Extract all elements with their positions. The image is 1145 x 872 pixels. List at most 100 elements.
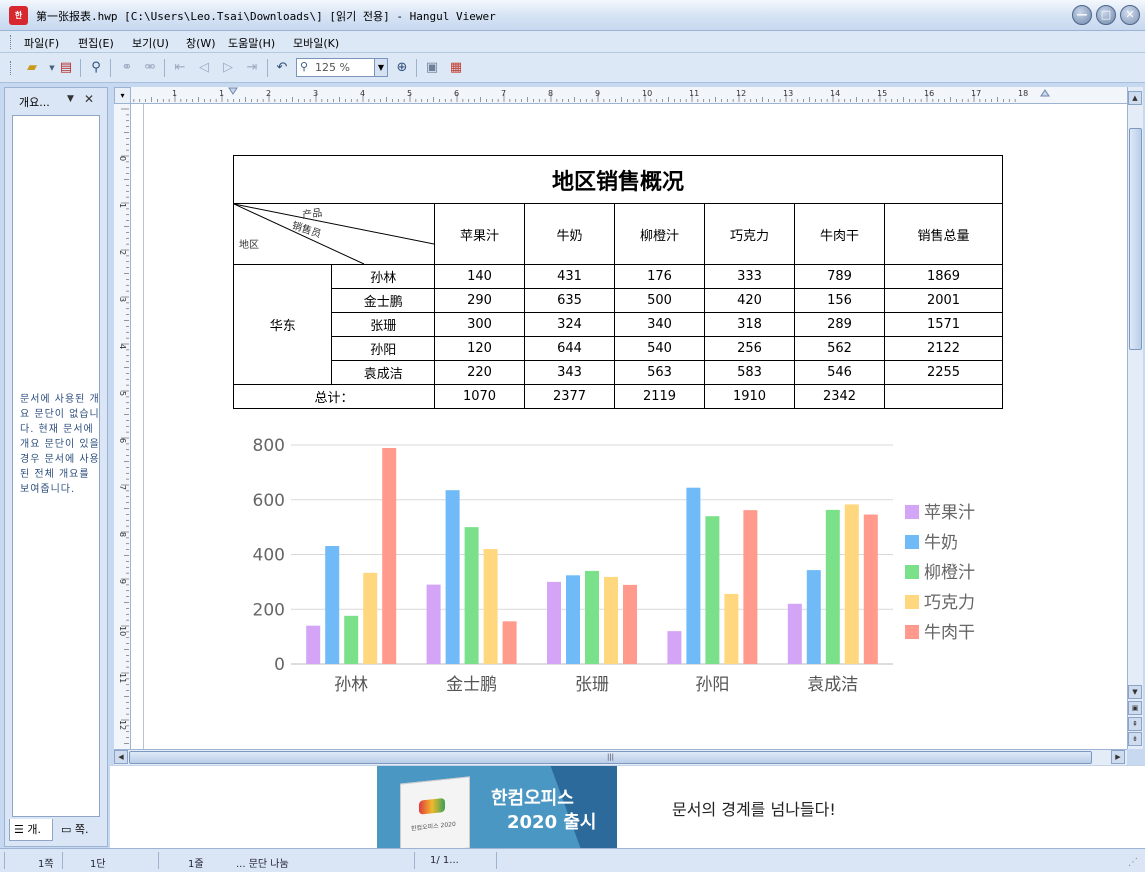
ruler-corner-button[interactable]: ▾ (114, 87, 131, 104)
value-cell: 220 (434, 360, 525, 385)
ruler-label: 10 (642, 89, 652, 98)
header-product-4: 巧克力 (704, 203, 795, 265)
status-line: 1줄 (188, 859, 204, 870)
ruler-indent-marker-icon (228, 87, 238, 95)
prev-page-arrow-icon[interactable]: ⇞ (1128, 717, 1142, 731)
ruler-label: 14 (830, 89, 840, 98)
vertical-ruler[interactable]: 0 1 2 3 4 5 6 7 8 9 10 11 12 (114, 104, 131, 749)
value-cell: 256 (704, 336, 795, 361)
ad-headline: 한컴오피스 (491, 788, 574, 809)
y-tick-label: 400 (253, 546, 285, 566)
tab-outline[interactable]: ☰ 개. (9, 819, 53, 841)
page-left-edge (143, 104, 144, 749)
value-cell: 290 (434, 288, 525, 313)
region-cell: 华东 (232, 264, 333, 385)
value-cell: 176 (614, 264, 705, 289)
y-tick-label: 200 (253, 600, 285, 620)
ruler-label: 11 (118, 673, 127, 683)
legend-swatch (905, 565, 919, 579)
vertical-scrollbar[interactable]: ▲ ▼ ▣ ⇞ ⇟ (1127, 87, 1143, 749)
ruler-label: 17 (971, 89, 981, 98)
window-title: 第一张报表.hwp [C:\Users\Leo.Tsai\Downloads\]… (36, 10, 496, 23)
product-box-image: 한컴오피스 2020 (400, 776, 470, 849)
ruler-label: 2 (266, 89, 271, 98)
menu-edit[interactable]: 편집(E) (78, 35, 114, 51)
next-page-arrow-icon[interactable]: ⇟ (1128, 732, 1142, 746)
scroll-down-arrow-icon[interactable]: ▼ (1128, 685, 1142, 699)
toolbar-separator (416, 59, 417, 77)
scroll-right-arrow-icon[interactable]: ▶ (1111, 750, 1125, 764)
bar (566, 575, 580, 664)
resize-grip-icon[interactable]: ⋰ (1128, 857, 1138, 868)
horizontal-ruler[interactable]: 1 1 2 3 4 5 6 7 8 9 10 11 12 13 14 15 16 17 18 (131, 87, 1127, 104)
bar (743, 510, 758, 664)
tab-pages[interactable]: ▭ 쪽. (57, 819, 103, 841)
ruler-label: 7 (118, 485, 127, 490)
ruler-label: 1 (219, 89, 224, 98)
ruler-label: 7 (501, 89, 506, 98)
title-bar: 한 第一张报表.hwp [C:\Users\Leo.Tsai\Downloads… (0, 0, 1145, 31)
sum-label: 总计： (233, 384, 435, 409)
zoom-out-icon[interactable]: ↶ (272, 58, 292, 78)
menu-mobile[interactable]: 모바일(K) (293, 35, 339, 51)
value-cell: 563 (614, 360, 705, 385)
menu-file[interactable]: 파일(F) (24, 35, 59, 51)
outline-panel: 개요... ▼ ✕ 문서에 사용된 개요 문단이 없습니다. 현재 문서에 개요… (4, 87, 108, 847)
page-view-icon[interactable]: ▣ (1128, 701, 1142, 715)
bar (705, 516, 720, 664)
sum-cell: 1070 (434, 384, 525, 409)
horizontal-scrollbar[interactable]: ◀ ||| ▶ (114, 749, 1127, 765)
sum-total-empty-cell (884, 384, 1003, 409)
outline-panel-title: 개요... (19, 96, 50, 109)
zoom-dropdown-arrow-icon[interactable]: ▼ (374, 59, 387, 76)
toolbar-separator (80, 59, 81, 77)
zoom-value: 125 % (315, 61, 350, 74)
find-icon[interactable]: ⚲ (86, 58, 106, 78)
panel-menu-arrow-icon[interactable]: ▼ (67, 94, 74, 104)
bar (787, 603, 802, 664)
value-cell: 644 (524, 336, 615, 361)
bar (686, 487, 701, 664)
horizontal-ruler-ticks: 1 1 2 3 4 5 6 7 8 9 10 11 12 13 14 15 16 17 18 (133, 87, 1050, 102)
sum-cell: 2377 (524, 384, 615, 409)
pdf-icon[interactable]: ▦ (446, 58, 466, 78)
maximize-button[interactable]: □ (1096, 5, 1116, 25)
scroll-up-arrow-icon[interactable]: ▲ (1128, 91, 1142, 105)
ruler-label: 16 (924, 89, 934, 98)
ruler-label: 12 (736, 89, 746, 98)
bar (724, 593, 739, 664)
legend-swatch (905, 595, 919, 609)
value-cell: 562 (794, 336, 885, 361)
menu-window[interactable]: 창(W) (186, 35, 216, 51)
vertical-scroll-thumb[interactable] (1129, 128, 1142, 350)
y-tick-label: 600 (253, 491, 285, 511)
minimize-button[interactable]: — (1072, 5, 1092, 25)
sales-table: 地区销售概况 产品 销售员 地区 苹果汁 牛奶 柳橙汁 巧克力 牛肉干 销售总量… (232, 155, 1003, 409)
print-icon[interactable]: ▤ (56, 58, 76, 78)
status-separator (414, 852, 415, 869)
ruler-label: 3 (118, 297, 127, 302)
vertical-ruler-ticks: 0123456789101112 (118, 108, 129, 744)
fit-page-icon[interactable]: ▣ (422, 58, 442, 78)
next-page-icon: ▷ (223, 60, 233, 75)
menu-help[interactable]: 도움말(H) (228, 35, 275, 51)
zoom-in-icon[interactable]: ⊕ (392, 58, 412, 78)
scroll-left-arrow-icon[interactable]: ◀ (114, 750, 128, 764)
menu-view[interactable]: 보기(U) (132, 35, 169, 51)
panel-close-icon[interactable]: ✕ (84, 92, 94, 106)
header-total: 销售总量 (884, 203, 1003, 265)
ad-banner[interactable]: 한컴오피스 2020 한컴오피스 2020 출시 (377, 766, 617, 849)
toolbar-separator (164, 59, 165, 77)
header-product-2: 牛奶 (524, 203, 615, 265)
close-button[interactable]: ✕ (1120, 5, 1140, 25)
horizontal-scroll-thumb[interactable]: ||| (129, 751, 1092, 764)
bar (363, 572, 378, 664)
status-section: 1단 (90, 859, 106, 870)
bar (825, 509, 840, 664)
x-tick-label: 张珊 (575, 675, 609, 695)
open-folder-icon[interactable]: ▰ (22, 58, 42, 78)
ruler-label: 1 (172, 89, 177, 98)
zoom-combobox[interactable]: ⚲ 125 % ▼ (296, 58, 388, 77)
status-page-count: 1/ 1... (430, 855, 459, 866)
prev-page-icon: ◁ (199, 60, 209, 75)
